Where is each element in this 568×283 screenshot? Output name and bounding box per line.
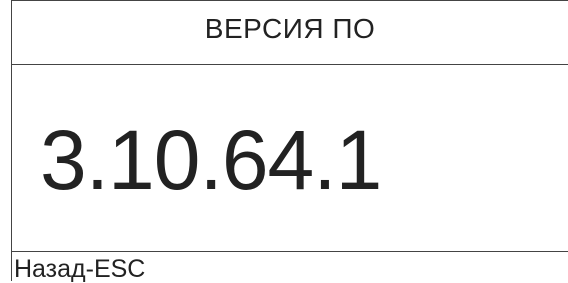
back-esc-hint[interactable]: Назад-ESC xyxy=(14,255,145,283)
footer-divider xyxy=(12,251,568,252)
version-screen: ВЕРСИЯ ПО 3.10.64.1 Назад-ESC xyxy=(11,0,568,283)
software-version-value: 3.10.64.1 xyxy=(40,113,382,207)
screen-title: ВЕРСИЯ ПО xyxy=(204,13,376,44)
screen-header: ВЕРСИЯ ПО xyxy=(12,0,568,65)
